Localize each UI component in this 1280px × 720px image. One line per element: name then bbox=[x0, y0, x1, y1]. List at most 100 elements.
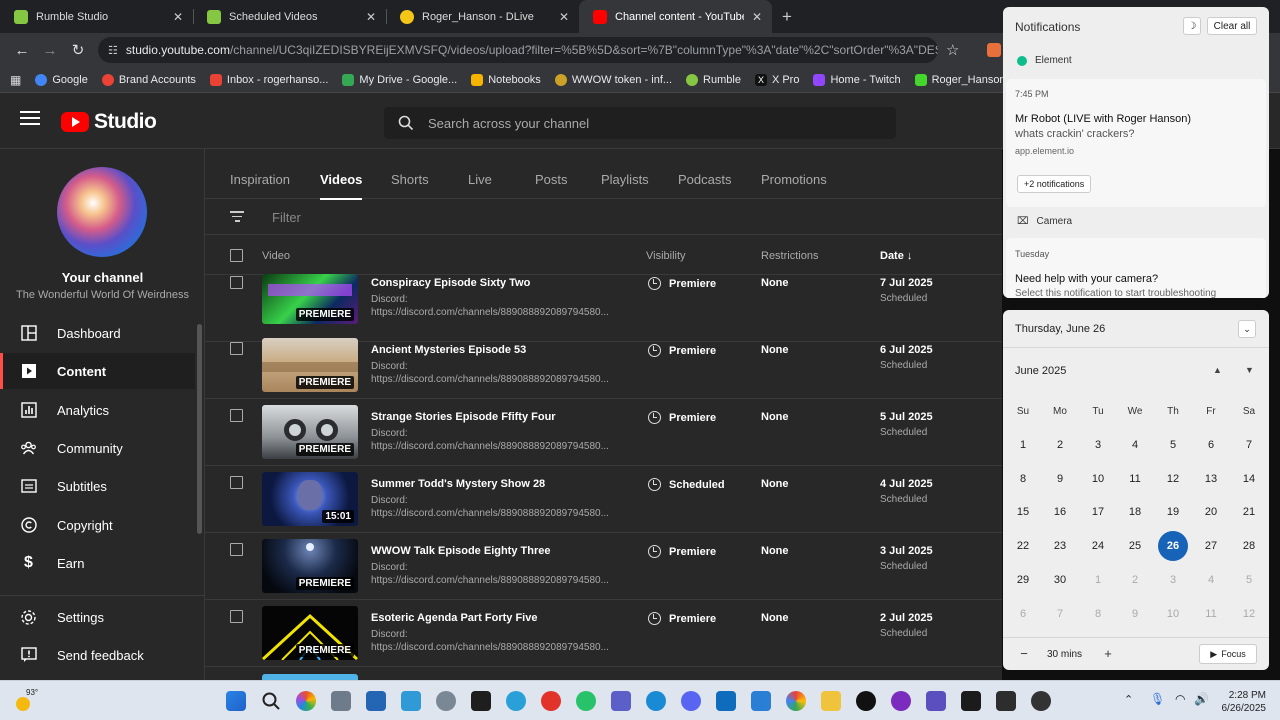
calendar-day[interactable]: 30 bbox=[1045, 565, 1075, 595]
calendar-day[interactable]: 20 bbox=[1196, 497, 1226, 527]
calendar-day[interactable]: 25 bbox=[1120, 531, 1150, 561]
calendar-day[interactable]: 29 bbox=[1008, 565, 1038, 595]
app-icon[interactable] bbox=[996, 691, 1016, 711]
bookmark-x-pro[interactable]: X X Pro bbox=[754, 73, 799, 86]
calendar-day[interactable]: 9 bbox=[1045, 464, 1075, 494]
sidebar-item-feedback[interactable]: Send feedback bbox=[0, 637, 195, 673]
tab-videos[interactable]: Videos bbox=[320, 172, 363, 200]
calendar-day[interactable]: 26 bbox=[1158, 531, 1188, 562]
sidebar-item-copyright[interactable]: Copyright bbox=[0, 507, 195, 543]
teams-icon[interactable] bbox=[611, 691, 631, 711]
sidebar-scrollbar[interactable] bbox=[197, 324, 202, 534]
calendar-day[interactable]: 17 bbox=[1083, 497, 1113, 527]
notification-card-element[interactable]: 7:45 PM Mr Robot (LIVE with Roger Hanson… bbox=[1006, 79, 1266, 207]
calendar-day[interactable]: 15 bbox=[1008, 497, 1038, 527]
file-explorer-icon[interactable] bbox=[821, 691, 841, 711]
tab-shorts[interactable]: Shorts bbox=[391, 172, 429, 187]
site-info-icon[interactable]: ☷ bbox=[108, 44, 118, 57]
sidebar-item-earn[interactable]: $ Earn bbox=[0, 545, 195, 581]
bookmark-wwow-token[interactable]: WWOW token - inf... bbox=[554, 73, 672, 86]
tab-promotions[interactable]: Promotions bbox=[761, 172, 827, 187]
notification-card-camera[interactable]: Tuesday Need help with your camera? Sele… bbox=[1006, 238, 1266, 298]
video-thumbnail[interactable]: PREMIERE bbox=[262, 405, 358, 459]
do-not-disturb-icon[interactable]: ☽ bbox=[1183, 17, 1201, 35]
decrease-minutes-button[interactable]: − bbox=[1015, 646, 1033, 664]
close-icon[interactable]: ✕ bbox=[559, 10, 569, 24]
calendar-day[interactable]: 8 bbox=[1008, 464, 1038, 494]
calendar-day[interactable]: 19 bbox=[1158, 497, 1188, 527]
weather-widget[interactable]: 93° bbox=[10, 687, 50, 715]
video-title[interactable]: Conspiracy Episode Sixty Two bbox=[371, 277, 530, 289]
sidebar-item-subtitles[interactable]: Subtitles bbox=[0, 468, 195, 504]
visibility-cell[interactable]: Premiere bbox=[648, 277, 716, 290]
app-icon[interactable] bbox=[331, 691, 351, 711]
bookmark-brand-accounts[interactable]: Brand Accounts bbox=[101, 73, 196, 86]
calendar-day[interactable]: 13 bbox=[1196, 464, 1226, 494]
sidebar-item-settings[interactable]: Settings bbox=[0, 599, 195, 635]
headset-icon[interactable] bbox=[541, 691, 561, 711]
row-checkbox[interactable] bbox=[230, 409, 243, 422]
menu-icon[interactable] bbox=[20, 111, 40, 127]
vscode-icon[interactable] bbox=[751, 691, 771, 711]
calendar-day[interactable]: 16 bbox=[1045, 497, 1075, 527]
row-checkbox[interactable] bbox=[230, 342, 243, 355]
app-icon[interactable] bbox=[891, 691, 911, 711]
row-checkbox[interactable] bbox=[230, 276, 243, 289]
video-thumbnail[interactable]: PREMIERE bbox=[262, 606, 358, 660]
column-restrictions[interactable]: Restrictions bbox=[761, 250, 818, 262]
tab-dlive[interactable]: Roger_Hanson - DLive ✕ bbox=[386, 0, 579, 33]
close-icon[interactable]: ✕ bbox=[366, 10, 376, 24]
chrome-icon[interactable] bbox=[786, 691, 806, 711]
x-app-icon[interactable] bbox=[856, 691, 876, 711]
discord-icon[interactable] bbox=[681, 691, 701, 711]
outlook-icon[interactable] bbox=[716, 691, 736, 711]
prev-month-icon[interactable]: ▲ bbox=[1213, 365, 1222, 375]
settings-icon[interactable] bbox=[436, 691, 456, 711]
wifi-icon[interactable]: ◠ bbox=[1175, 692, 1185, 706]
reload-icon[interactable]: ↻ bbox=[64, 36, 92, 64]
calendar-day[interactable]: 4 bbox=[1120, 430, 1150, 460]
terminal-icon[interactable] bbox=[471, 691, 491, 711]
tab-inspiration[interactable]: Inspiration bbox=[230, 172, 290, 187]
visibility-cell[interactable]: Scheduled bbox=[648, 478, 725, 491]
tab-live[interactable]: Live bbox=[468, 172, 492, 187]
calendar-header[interactable]: Thursday, June 26 ⌄ bbox=[1003, 310, 1269, 348]
capcut-icon[interactable] bbox=[961, 691, 981, 711]
close-icon[interactable]: ✕ bbox=[752, 10, 762, 24]
photos-icon[interactable] bbox=[401, 691, 421, 711]
column-visibility[interactable]: Visibility bbox=[646, 250, 686, 262]
calendar-day[interactable]: 10 bbox=[1083, 464, 1113, 494]
sidebar-item-content[interactable]: Content bbox=[0, 353, 195, 389]
bookmark-notebooks[interactable]: Notebooks bbox=[471, 73, 541, 86]
sidebar-item-dashboard[interactable]: Dashboard bbox=[0, 315, 195, 351]
table-row[interactable]: PREMIERE Strange Stories Episode Ffifty … bbox=[205, 399, 1002, 466]
visibility-cell[interactable]: Premiere bbox=[648, 545, 716, 558]
bookmark-google[interactable]: Google bbox=[35, 73, 88, 86]
tab-youtube-studio[interactable]: Channel content - YouTube Stu ✕ bbox=[579, 0, 772, 33]
bookmark-rumble[interactable]: Rumble bbox=[686, 73, 741, 86]
system-clock[interactable]: 2:28 PM 6/26/2025 bbox=[1214, 689, 1267, 715]
table-row[interactable]: PREMIERE WWOW Talk Episode Eighty Three … bbox=[205, 533, 1002, 600]
forward-icon[interactable]: → bbox=[36, 36, 64, 64]
increase-minutes-button[interactable]: + bbox=[1099, 646, 1117, 664]
focus-button[interactable]: ▶ Focus bbox=[1199, 644, 1257, 664]
calendar-day[interactable]: 11 bbox=[1120, 464, 1150, 494]
close-icon[interactable]: ✕ bbox=[173, 10, 183, 24]
row-checkbox[interactable] bbox=[230, 610, 243, 623]
calendar-day[interactable]: 24 bbox=[1083, 531, 1113, 561]
video-title[interactable]: Esoteric Agenda Part Forty Five bbox=[371, 612, 537, 624]
edge-icon[interactable] bbox=[646, 691, 666, 711]
bookmark-drive[interactable]: My Drive - Google... bbox=[342, 73, 457, 86]
calendar-day[interactable]: 27 bbox=[1196, 531, 1226, 561]
visibility-cell[interactable]: Premiere bbox=[648, 344, 716, 357]
sidebar-item-community[interactable]: Community bbox=[0, 430, 195, 466]
video-title[interactable]: WWOW Talk Episode Eighty Three bbox=[371, 545, 550, 557]
obs-icon[interactable] bbox=[1031, 691, 1051, 711]
calendar-day[interactable]: 10 bbox=[1158, 599, 1188, 629]
video-title[interactable]: Strange Stories Episode Ffifty Four bbox=[371, 411, 556, 423]
tab-playlists[interactable]: Playlists bbox=[601, 172, 649, 187]
calendar-day[interactable]: 12 bbox=[1158, 464, 1188, 494]
calendar-day[interactable]: 12 bbox=[1234, 599, 1264, 629]
calendar-month[interactable]: June 2025 bbox=[1015, 365, 1066, 377]
visibility-cell[interactable]: Premiere bbox=[648, 411, 716, 424]
